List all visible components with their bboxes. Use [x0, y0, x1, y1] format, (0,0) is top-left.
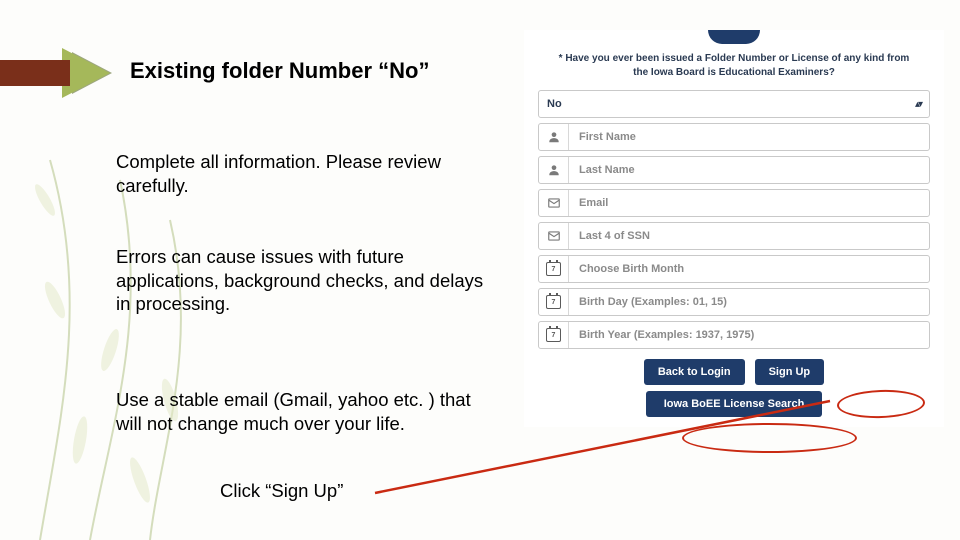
calendar-icon: 7	[539, 322, 569, 348]
calendar-icon: 7	[539, 289, 569, 315]
seal-icon	[708, 30, 760, 44]
envelope-icon	[539, 223, 569, 249]
paragraph-errors: Errors can cause issues with future appl…	[116, 245, 486, 316]
person-icon	[539, 124, 569, 150]
email-field[interactable]: Email	[538, 189, 930, 217]
paragraph-click-signup: Click “Sign Up”	[220, 480, 343, 502]
calendar-icon: 7	[539, 256, 569, 282]
birth-month-placeholder: Choose Birth Month	[569, 263, 684, 275]
paragraph-complete-info: Complete all information. Please review …	[116, 150, 486, 197]
last-name-field[interactable]: Last Name	[538, 156, 930, 184]
paragraph-email: Use a stable email (Gmail, yahoo etc. ) …	[116, 388, 486, 435]
ssn-placeholder: Last 4 of SSN	[569, 230, 650, 242]
sign-up-button[interactable]: Sign Up	[755, 359, 825, 385]
first-name-placeholder: First Name	[569, 131, 636, 143]
license-search-button[interactable]: Iowa BoEE License Search	[646, 391, 823, 417]
accent-bar	[0, 60, 70, 86]
birth-year-placeholder: Birth Year (Examples: 1937, 1975)	[569, 329, 754, 341]
birth-month-field[interactable]: 7 Choose Birth Month	[538, 255, 930, 283]
last-name-placeholder: Last Name	[569, 164, 635, 176]
person-icon	[539, 157, 569, 183]
back-to-login-button[interactable]: Back to Login	[644, 359, 745, 385]
birth-year-field[interactable]: 7 Birth Year (Examples: 1937, 1975)	[538, 321, 930, 349]
chevron-updown-icon: ▴▾	[915, 99, 921, 110]
email-placeholder: Email	[569, 197, 608, 209]
birth-day-field[interactable]: 7 Birth Day (Examples: 01, 15)	[538, 288, 930, 316]
select-value: No	[547, 98, 562, 110]
folder-number-select[interactable]: No ▴▾	[538, 90, 930, 118]
form-question-label: * Have you ever been issued a Folder Num…	[524, 50, 944, 85]
first-name-field[interactable]: First Name	[538, 123, 930, 151]
annotation-circle-search	[682, 423, 857, 453]
form-panel: * Have you ever been issued a Folder Num…	[524, 30, 944, 427]
envelope-icon	[539, 190, 569, 216]
birth-day-placeholder: Birth Day (Examples: 01, 15)	[569, 296, 727, 308]
slide-heading: Existing folder Number “No”	[130, 58, 429, 84]
ssn-field[interactable]: Last 4 of SSN	[538, 222, 930, 250]
